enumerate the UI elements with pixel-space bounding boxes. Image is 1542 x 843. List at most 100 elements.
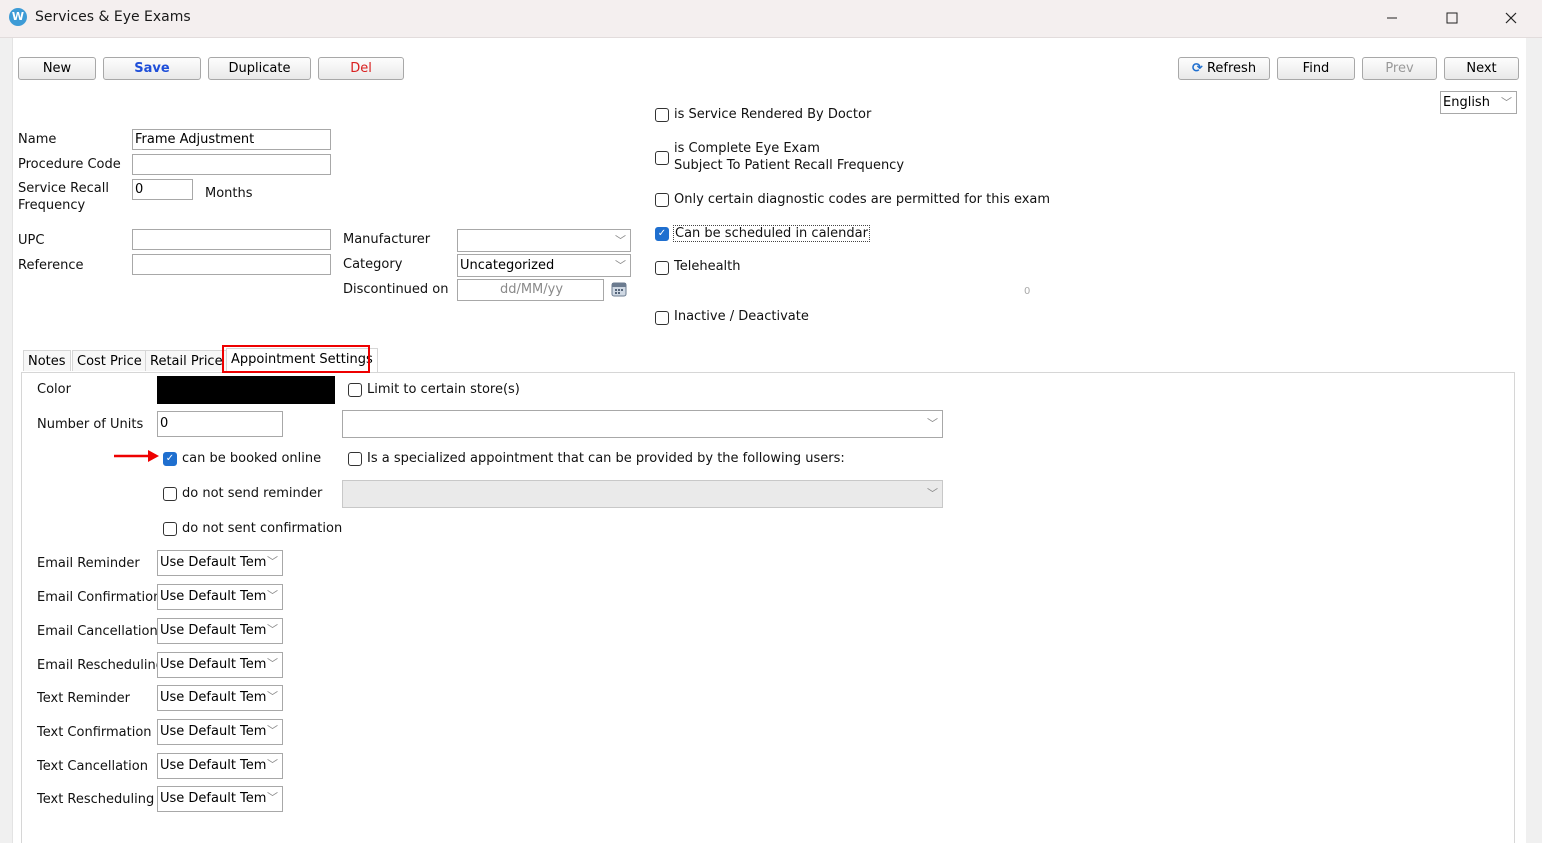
template-select[interactable]: Use Default Tem ﹀ [157,753,283,779]
chevron-down-icon: ﹀ [267,555,278,568]
manufacturer-label: Manufacturer [343,232,431,247]
scheduled-calendar-label: Can be scheduled in calendar [673,225,870,242]
complete-eye-exam-checkbox[interactable] [655,151,669,165]
units-input[interactable]: 0 [157,411,283,437]
window-title: Services & Eye Exams [35,9,191,25]
minimize-icon [1387,17,1397,19]
category-value: Uncategorized [460,258,555,273]
refresh-label: Refresh [1206,61,1257,76]
chevron-down-icon: ﹀ [267,791,278,804]
chevron-down-icon: ﹀ [267,724,278,737]
recall-frequency-input[interactable]: 0 [132,179,193,200]
arrow-annotation-icon [114,450,159,462]
template-select[interactable]: Use Default Tem ﹀ [157,652,283,678]
upc-label: UPC [18,233,45,248]
template-select[interactable]: Use Default Tem ﹀ [157,584,283,610]
template-value: Use Default Tem [160,724,267,739]
chevron-down-icon: ﹀ [615,259,626,272]
template-label: Email Cancellation [37,624,158,639]
manufacturer-select[interactable]: ﹀ [457,229,631,252]
no-confirmation-checkbox[interactable] [163,522,177,536]
specialized-label: Is a specialized appointment that can be… [367,451,845,466]
template-label: Email Rescheduling [37,658,165,673]
limit-stores-checkbox[interactable] [348,383,362,397]
template-select[interactable]: Use Default Tem ﹀ [157,786,283,812]
name-label: Name [18,132,57,147]
telehealth-checkbox[interactable] [655,261,669,275]
inactive-checkbox[interactable] [655,311,669,325]
new-button[interactable]: New [18,57,96,80]
language-value: English [1443,95,1490,110]
close-icon [1505,12,1517,24]
tab-retail-price[interactable]: Retail Price [145,350,228,371]
units-label: Number of Units [37,417,144,432]
chevron-down-icon: ﹀ [267,657,278,670]
diagnostic-codes-label: Only certain diagnostic codes are permit… [674,192,1051,207]
chevron-down-icon: ﹀ [267,758,278,771]
telehealth-label: Telehealth [674,259,741,274]
no-reminder-checkbox[interactable] [163,487,177,501]
chevron-down-icon: ﹀ [927,417,938,430]
upc-input[interactable] [132,229,331,250]
template-select[interactable]: Use Default Tem ﹀ [157,685,283,711]
next-button[interactable]: Next [1444,57,1519,80]
inactive-label: Inactive / Deactivate [674,309,809,324]
window-edge [1526,38,1542,843]
template-label: Text Cancellation [37,759,148,774]
template-value: Use Default Tem [160,555,267,570]
chevron-down-icon: ﹀ [267,589,278,602]
rendered-by-doctor-checkbox[interactable] [655,108,669,122]
specialized-checkbox[interactable] [348,452,362,466]
diagnostic-codes-checkbox[interactable] [655,193,669,207]
prev-button[interactable]: Prev [1362,57,1437,80]
rendered-by-doctor-label: is Service Rendered By Doctor [674,107,872,122]
limit-stores-label: Limit to certain store(s) [367,382,520,397]
template-label: Email Confirmation [37,590,162,605]
template-value: Use Default Tem [160,657,267,672]
minimize-button[interactable] [1369,2,1415,34]
title-bar [0,0,1542,38]
category-label: Category [343,257,403,272]
delete-button[interactable]: Del [318,57,404,80]
find-button[interactable]: Find [1277,57,1355,80]
refresh-button[interactable]: ⟳ Refresh [1178,57,1270,80]
discontinued-label: Discontinued on [343,282,449,297]
procedure-code-label: Procedure Code [18,157,121,172]
procedure-code-input[interactable] [132,154,331,175]
template-value: Use Default Tem [160,589,267,604]
chevron-down-icon: ﹀ [1501,96,1512,109]
maximize-button[interactable] [1429,2,1475,34]
reference-input[interactable] [132,254,331,275]
save-button[interactable]: Save [103,57,201,80]
template-value: Use Default Tem [160,623,267,638]
recall-label-line1: Service Recall [18,181,109,196]
calendar-icon[interactable] [611,281,627,297]
discontinued-date-input[interactable]: dd/MM/yy [457,279,604,301]
color-label: Color [37,382,71,397]
booked-online-checkbox[interactable]: ✓ [163,452,177,466]
highlight-annotation [222,345,370,373]
scheduled-calendar-checkbox[interactable]: ✓ [655,227,669,241]
template-value: Use Default Tem [160,758,267,773]
recall-label-line2: Frequency [18,198,86,213]
template-select[interactable]: Use Default Tem ﹀ [157,719,283,745]
close-button[interactable] [1488,2,1534,34]
color-swatch[interactable] [157,376,335,404]
refresh-icon: ⟳ [1191,61,1203,76]
stores-select[interactable]: ﹀ [342,410,943,438]
app-logo-icon: W [9,8,27,26]
category-select[interactable]: Uncategorized ﹀ [457,254,631,277]
tab-cost-price[interactable]: Cost Price [72,350,147,371]
name-input[interactable]: Frame Adjustment [132,129,331,150]
booked-online-label: can be booked online [182,451,322,466]
reference-label: Reference [18,258,84,273]
tab-notes[interactable]: Notes [23,350,71,371]
language-select[interactable]: English ﹀ [1440,91,1517,114]
users-select[interactable]: ﹀ [342,480,943,508]
duplicate-button[interactable]: Duplicate [208,57,311,80]
template-select[interactable]: Use Default Tem ﹀ [157,618,283,644]
template-value: Use Default Tem [160,791,267,806]
no-confirmation-label: do not sent confirmation [182,521,343,536]
chevron-down-icon: ﹀ [615,234,626,247]
template-select[interactable]: Use Default Tem ﹀ [157,550,283,576]
